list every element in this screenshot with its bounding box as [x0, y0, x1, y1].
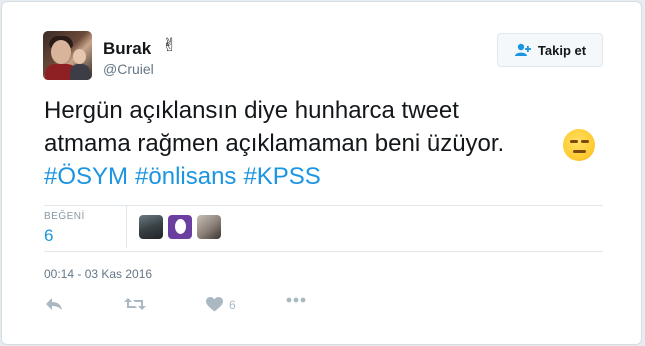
hashtag-link[interactable]: #önlisans	[135, 163, 236, 190]
more-button[interactable]	[286, 297, 306, 303]
victory-hand-emoji: ✌	[162, 35, 178, 55]
hashtag-list: #ÖSYM #önlisans #KPSS	[44, 160, 328, 193]
hashtag-link[interactable]: #KPSS	[243, 163, 320, 190]
unamused-face-emoji	[563, 129, 595, 161]
follow-button[interactable]: Takip et	[497, 33, 603, 67]
divider	[44, 205, 603, 206]
tweet-text: Hergün açıklansın diye hunharca tweet at…	[44, 97, 505, 157]
likes-label: BEĞENİ	[44, 211, 85, 222]
reply-button[interactable]	[45, 297, 63, 311]
divider	[44, 251, 603, 252]
retweet-icon	[124, 298, 146, 310]
follow-button-label: Takip et	[537, 42, 587, 58]
liker-avatar[interactable]	[197, 215, 221, 239]
likes-count[interactable]: 6	[44, 226, 53, 246]
author-name[interactable]: Burak	[103, 39, 151, 59]
more-icon	[286, 297, 306, 303]
hashtag-link[interactable]: #ÖSYM	[44, 163, 128, 190]
author-avatar[interactable]	[43, 31, 92, 80]
tweet-timestamp[interactable]: 00:14 - 03 Kas 2016	[44, 267, 152, 281]
like-button[interactable]: 6	[206, 297, 236, 312]
liker-avatar[interactable]	[139, 215, 163, 239]
retweet-button[interactable]	[124, 297, 146, 311]
tweet-card: Burak ✌ @Cruiel Takip et Hergün açıklans…	[1, 1, 642, 345]
add-user-icon	[514, 43, 531, 56]
liker-avatar-egg[interactable]	[168, 215, 192, 239]
heart-icon	[206, 297, 223, 312]
like-count: 6	[229, 297, 236, 312]
author-handle[interactable]: @Cruiel	[103, 61, 154, 77]
stats-separator	[126, 206, 127, 248]
reply-icon	[46, 298, 62, 310]
